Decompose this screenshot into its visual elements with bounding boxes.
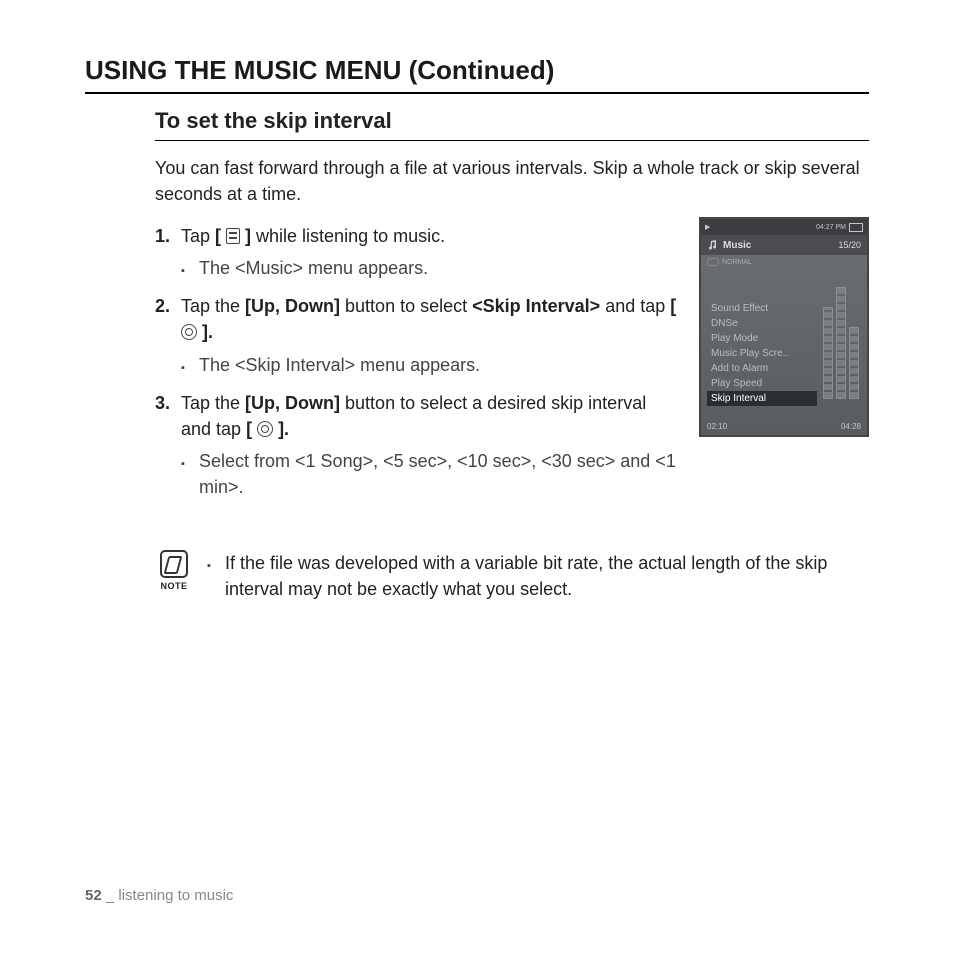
device-sound-mode-label: NORMAL xyxy=(722,259,752,266)
device-menu-item: Play Mode xyxy=(707,331,817,346)
note-icon xyxy=(160,550,188,578)
eq-bar xyxy=(836,287,846,399)
step-2-mid2: and tap xyxy=(600,296,670,316)
section-title: To set the skip interval xyxy=(155,108,869,134)
step-3-pre: Tap the xyxy=(181,393,245,413)
step-1: 1. Tap [ ] while listening to music. xyxy=(155,223,681,249)
device-menu-list: Sound Effect DNSe Play Mode Music Play S… xyxy=(707,301,817,406)
menu-icon xyxy=(226,228,240,244)
footer-sep: _ xyxy=(102,887,119,904)
device-menu-item: DNSe xyxy=(707,316,817,331)
note-label: NOTE xyxy=(155,580,193,593)
bullet-icon xyxy=(181,352,199,378)
step-number: 2. xyxy=(155,293,181,345)
device-clock: 04:27 PM xyxy=(816,224,846,231)
device-status-bar: ▶ 04:27 PM xyxy=(701,219,867,235)
device-equalizer xyxy=(823,289,863,399)
device-sound-mode: NORMAL xyxy=(701,255,867,269)
device-title-text: Music xyxy=(723,240,751,251)
music-note-icon xyxy=(707,239,719,251)
step-1-sub-text: The <Music> menu appears. xyxy=(199,255,681,281)
device-menu-item: Add to Alarm xyxy=(707,361,817,376)
page-footer: 52 _ listening to music xyxy=(85,887,233,904)
device-elapsed-time: 02:10 xyxy=(707,422,727,431)
bullet-icon xyxy=(207,550,225,602)
step-2-updown: [Up, Down] xyxy=(245,296,340,316)
device-menu-item: Play Speed xyxy=(707,376,817,391)
footer-chapter: listening to music xyxy=(118,887,233,904)
bullet-icon xyxy=(181,255,199,281)
play-indicator-icon: ▶ xyxy=(705,223,710,231)
manual-page: USING THE MUSIC MENU (Continued) To set … xyxy=(0,0,954,954)
eq-bar xyxy=(849,327,859,399)
intro-text: You can fast forward through a file at v… xyxy=(155,155,869,207)
step-3: 3. Tap the [Up, Down] button to select a… xyxy=(155,390,681,442)
step-2-bracket-open: [ xyxy=(670,296,676,316)
step-3-bracket-close: ]. xyxy=(273,419,289,439)
page-number: 52 xyxy=(85,887,102,904)
device-menu-item: Music Play Scre.. xyxy=(707,346,817,361)
eq-bar xyxy=(823,307,833,399)
step-2-pre: Tap the xyxy=(181,296,245,316)
step-1-post: while listening to music. xyxy=(251,226,445,246)
page-title-rule xyxy=(85,92,869,94)
step-2-mid: button to select xyxy=(340,296,472,316)
steps-list: 1. Tap [ ] while listening to music. The… xyxy=(155,217,681,512)
battery-icon xyxy=(849,223,863,232)
step-3-updown: [Up, Down] xyxy=(245,393,340,413)
device-time-row: 02:10 04:28 xyxy=(707,422,861,431)
step-2-sub-text: The <Skip Interval> menu appears. xyxy=(199,352,681,378)
step-2-bracket-close: ]. xyxy=(197,322,213,342)
note-block: NOTE If the file was developed with a va… xyxy=(155,550,869,602)
step-3-sub-text: Select from <1 Song>, <5 sec>, <10 sec>,… xyxy=(199,448,681,500)
note-body: If the file was developed with a variabl… xyxy=(207,550,869,602)
step-number: 1. xyxy=(155,223,181,249)
step-1-bracket-open: [ xyxy=(215,226,226,246)
step-text: Tap [ ] while listening to music. xyxy=(181,223,681,249)
device-menu-item-selected: Skip Interval xyxy=(707,391,817,406)
note-icon-wrap: NOTE xyxy=(155,550,193,602)
step-number: 3. xyxy=(155,390,181,442)
device-track-count: 15/20 xyxy=(838,240,861,250)
device-title-bar: Music 15/20 xyxy=(701,235,867,255)
select-ring-icon xyxy=(181,324,197,340)
step-1-bracket-close: ] xyxy=(240,226,251,246)
step-2-sub: The <Skip Interval> menu appears. xyxy=(181,352,681,378)
step-2-skip: <Skip Interval> xyxy=(472,296,600,316)
note-text: If the file was developed with a variabl… xyxy=(225,550,869,602)
section-title-rule xyxy=(155,140,869,141)
step-1-pre: Tap xyxy=(181,226,215,246)
page-title: USING THE MUSIC MENU (Continued) xyxy=(85,55,869,86)
step-2: 2. Tap the [Up, Down] button to select <… xyxy=(155,293,681,345)
select-ring-icon xyxy=(257,421,273,437)
step-3-bracket-open: [ xyxy=(246,419,257,439)
device-screenshot: ▶ 04:27 PM Music 15/20 NORMAL xyxy=(699,217,869,437)
step-text: Tap the [Up, Down] button to select <Ski… xyxy=(181,293,681,345)
bullet-icon xyxy=(181,448,199,500)
content-block: To set the skip interval You can fast fo… xyxy=(155,108,869,602)
device-menu-item: Sound Effect xyxy=(707,301,817,316)
device-total-time: 04:28 xyxy=(841,422,861,431)
body-row: 1. Tap [ ] while listening to music. The… xyxy=(155,217,869,512)
step-1-sub: The <Music> menu appears. xyxy=(181,255,681,281)
step-text: Tap the [Up, Down] button to select a de… xyxy=(181,390,681,442)
step-3-sub: Select from <1 Song>, <5 sec>, <10 sec>,… xyxy=(181,448,681,500)
